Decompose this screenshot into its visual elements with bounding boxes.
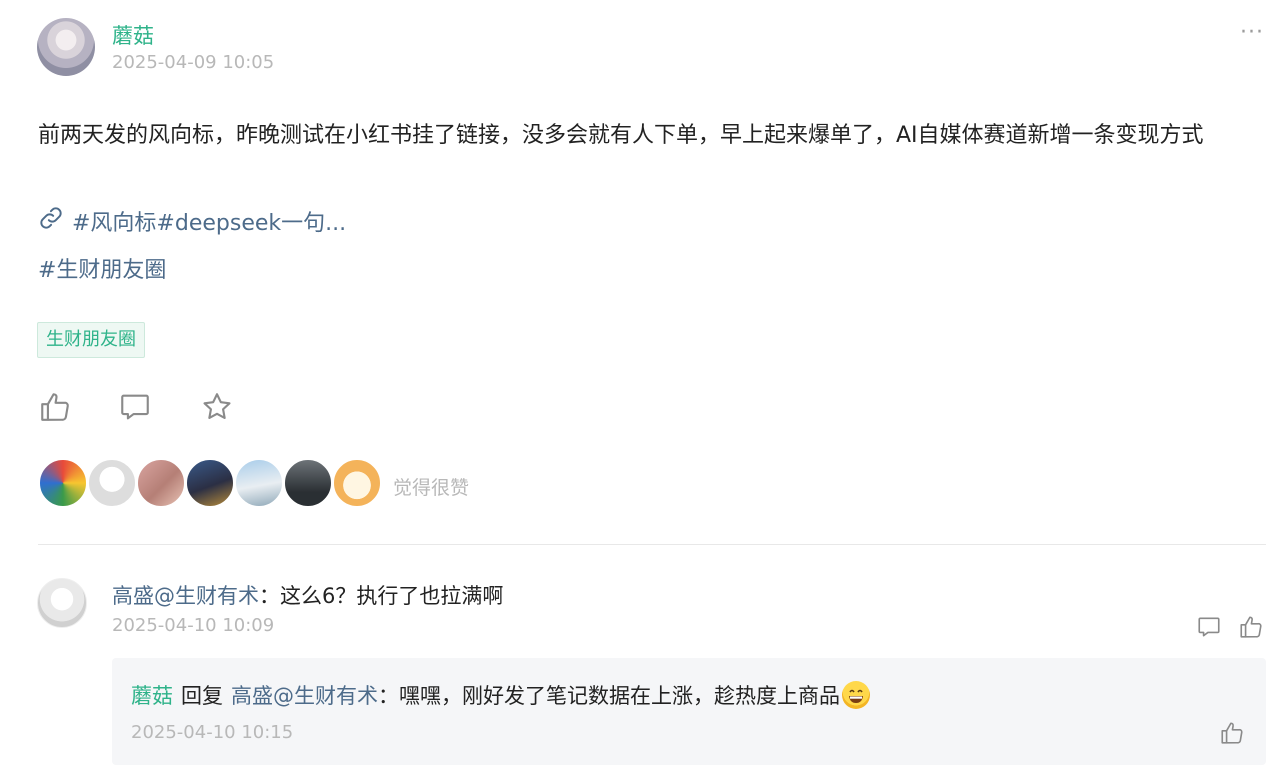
post-author-name[interactable]: 蘑菇 xyxy=(112,20,154,50)
chat-bubble-icon xyxy=(118,394,152,428)
post-timestamp: 2025-04-09 10:05 xyxy=(112,52,275,73)
link-icon xyxy=(38,205,64,237)
liker-avatar[interactable] xyxy=(136,458,186,508)
comment-author-avatar[interactable] xyxy=(37,578,87,628)
favorite-button[interactable] xyxy=(200,390,234,428)
post-author-avatar[interactable] xyxy=(37,18,95,76)
reply-timestamp: 2025-04-10 10:15 xyxy=(131,722,294,743)
comment-author-name[interactable]: 高盛@生财有术 xyxy=(112,584,259,608)
chat-bubble-icon xyxy=(1196,617,1222,644)
comment-button[interactable] xyxy=(118,390,152,428)
liker-avatar[interactable] xyxy=(283,458,333,508)
liker-avatar[interactable] xyxy=(87,458,137,508)
thumbs-up-icon xyxy=(1219,722,1245,750)
comment-timestamp: 2025-04-10 10:09 xyxy=(112,615,275,636)
liker-avatar[interactable] xyxy=(332,458,382,508)
like-button[interactable] xyxy=(38,390,72,428)
reply-line: 蘑菇 回复 高盛@生财有术：嘿嘿，刚好发了笔记数据在上涨，趁热度上商品 xyxy=(131,680,870,710)
comment-separator: ： xyxy=(259,584,280,608)
post-hashtag[interactable]: #生财朋友圈 xyxy=(38,252,166,284)
post-link[interactable]: #风向标#deepseek一句... xyxy=(38,205,346,237)
topic-tag[interactable]: 生财朋友圈 xyxy=(37,322,145,358)
thumbs-up-icon xyxy=(1238,616,1264,644)
reply-author-name[interactable]: 蘑菇 xyxy=(131,680,173,710)
liker-avatar[interactable] xyxy=(38,458,88,508)
comment-reply-button[interactable] xyxy=(1196,614,1222,644)
post-body-text: 前两天发的风向标，昨晚测试在小红书挂了链接，没多会就有人下单，早上起来爆单了，A… xyxy=(38,123,1204,148)
comment-text: 这么6？执行了也拉满啊 xyxy=(280,584,504,608)
comment-line: 高盛@生财有术：这么6？执行了也拉满啊 xyxy=(112,580,503,610)
comment-like-button[interactable] xyxy=(1238,614,1264,644)
grinning-emoji-icon xyxy=(842,681,870,709)
liker-avatar[interactable] xyxy=(185,458,235,508)
reply-word: 回复 xyxy=(181,684,223,708)
reply-target-name[interactable]: 高盛@生财有术 xyxy=(231,680,378,710)
reply-container xyxy=(112,658,1266,765)
post-link-text[interactable]: #风向标#deepseek一句... xyxy=(72,205,346,237)
reply-separator: ： xyxy=(378,684,399,708)
more-options-button[interactable]: ··· xyxy=(1240,20,1264,45)
divider xyxy=(38,544,1266,545)
reply-like-button[interactable] xyxy=(1219,720,1245,750)
liker-avatar[interactable] xyxy=(234,458,284,508)
likes-caption: 觉得很赞 xyxy=(393,477,470,499)
thumbs-up-icon xyxy=(38,393,72,428)
reply-text: 嘿嘿，刚好发了笔记数据在上涨，趁热度上商品 xyxy=(399,684,840,708)
star-icon xyxy=(200,393,234,428)
